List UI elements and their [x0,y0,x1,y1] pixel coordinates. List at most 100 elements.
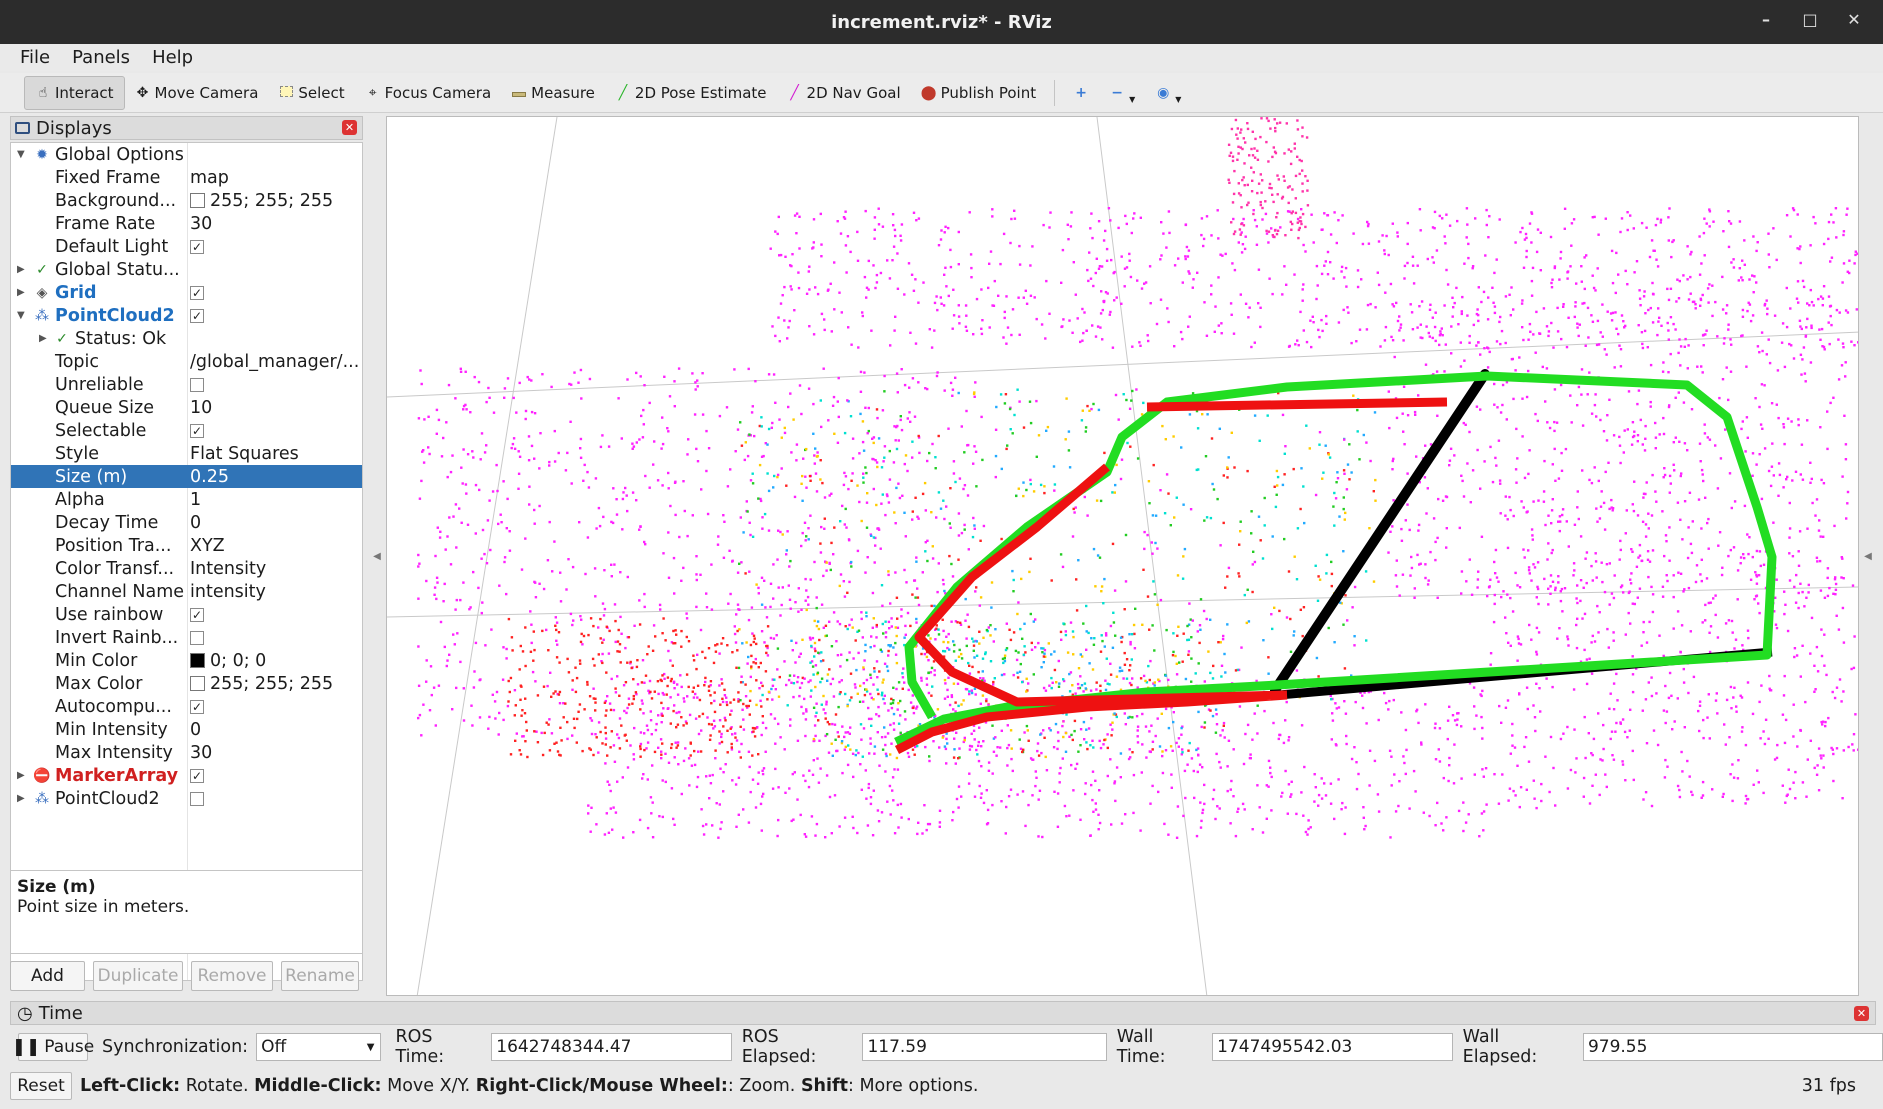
duplicate-button[interactable]: Duplicate [93,961,183,991]
expand-arrow-icon[interactable]: ▶ [17,764,25,787]
selectable-checkbox[interactable]: ✓ [190,423,204,438]
menu-panels[interactable]: Panels [72,47,130,68]
min-color-value[interactable]: 0; 0; 0 [210,651,266,671]
focus-camera-tool[interactable]: ⌖ Focus Camera [355,76,501,110]
tree-row-max-color[interactable]: Max Color 255; 255; 255 [11,672,362,695]
tree-row-queue-size[interactable]: Queue Size 10 [11,396,362,419]
frame-rate-value[interactable]: 30 [190,212,362,235]
tree-row-fixed-frame[interactable]: Fixed Frame map [11,166,362,189]
select-tool[interactable]: Select [268,76,354,110]
expand-arrow-icon[interactable]: ▼ [17,304,25,327]
tree-row-global-options[interactable]: ▼ ✹ Global Options [11,143,362,166]
nav-goal-tool[interactable]: ╱ 2D Nav Goal [777,76,911,110]
expand-arrow-icon[interactable]: ▶ [39,327,47,350]
add-tool-button[interactable]: + [1063,76,1099,110]
tree-row-max-intensity[interactable]: Max Intensity 30 [11,741,362,764]
pause-button[interactable]: ❚❚ Pause [12,1033,94,1061]
tree-row-grid[interactable]: ▶ ◈ Grid ✓ [11,281,362,304]
reset-button[interactable]: Reset [10,1072,72,1100]
expand-arrow-icon[interactable]: ▼ [17,143,25,166]
menu-help[interactable]: Help [152,47,193,68]
pose-estimate-tool[interactable]: ╱ 2D Pose Estimate [605,76,777,110]
default-light-checkbox[interactable]: ✓ [190,239,204,254]
tree-row-frame-rate[interactable]: Frame Rate 30 [11,212,362,235]
tree-row-topic[interactable]: Topic /global_manager/... [11,350,362,373]
wall-time-field[interactable]: 1747495542.03 [1212,1033,1453,1061]
tree-row-global-status[interactable]: ▶ ✓ Global Statu... [11,258,362,281]
alpha-value[interactable]: 1 [190,488,362,511]
tree-row-style[interactable]: Style Flat Squares [11,442,362,465]
ruler-icon [511,85,527,101]
use-rainbow-checkbox[interactable]: ✓ [190,607,204,622]
tree-row-selectable[interactable]: Selectable ✓ [11,419,362,442]
tree-row-size[interactable]: Size (m) 0.25 [11,465,362,488]
max-color-value[interactable]: 255; 255; 255 [210,674,333,694]
tree-row-decay-time[interactable]: Decay Time 0 [11,511,362,534]
ros-time-field[interactable]: 1642748344.47 [491,1033,732,1061]
expand-arrow-icon[interactable]: ▶ [17,258,25,281]
tree-row-min-intensity[interactable]: Min Intensity 0 [11,718,362,741]
render-3d-view[interactable] [386,116,1859,996]
tree-row-pointcloud2-second[interactable]: ▶ ⁂ PointCloud2 [11,787,362,810]
color-swatch-white[interactable] [190,193,205,208]
topic-value[interactable]: /global_manager/... [190,350,362,373]
tree-row-invert-rainbow[interactable]: Invert Rainb... [11,626,362,649]
background-value[interactable]: 255; 255; 255 [210,191,333,211]
add-button[interactable]: Add [10,961,85,991]
grid-checkbox[interactable]: ✓ [190,285,204,300]
tree-row-status-ok[interactable]: ▶ ✓ Status: Ok [11,327,362,350]
interact-tool[interactable]: ☝ Interact [24,75,125,110]
pointcloud2-checkbox[interactable]: ✓ [190,308,204,323]
right-splitter-handle[interactable]: ◀ [1859,116,1877,996]
tree-row-color-transformer[interactable]: Color Transf... Intensity [11,557,362,580]
expand-arrow-icon[interactable]: ▶ [17,281,25,304]
tree-row-min-color[interactable]: Min Color 0; 0; 0 [11,649,362,672]
tree-row-channel-name[interactable]: Channel Name intensity [11,580,362,603]
visibility-tool-button[interactable]: ◉ ▼ [1145,76,1191,110]
tree-row-use-rainbow[interactable]: Use rainbow ✓ [11,603,362,626]
move-camera-tool[interactable]: ✥ Move Camera [125,76,269,110]
ros-elapsed-field[interactable]: 117.59 [862,1033,1107,1061]
publish-point-tool[interactable]: ⬤ Publish Point [911,76,1046,110]
sync-dropdown[interactable]: Off ▼ [256,1033,382,1061]
tree-row-marker-array[interactable]: ▶ ⛔ MarkerArray ✓ [11,764,362,787]
invert-rainbow-checkbox[interactable] [190,630,204,645]
pointcloud2-second-checkbox[interactable] [190,791,204,806]
color-swatch-white[interactable] [190,676,205,691]
color-swatch-black[interactable] [190,653,205,668]
close-panel-icon[interactable]: ✕ [342,120,357,135]
queue-size-value[interactable]: 10 [190,396,362,419]
tree-row-position-transformer[interactable]: Position Tra... XYZ [11,534,362,557]
tree-row-autocompute[interactable]: Autocompu... ✓ [11,695,362,718]
remove-button[interactable]: Remove [191,961,273,991]
wall-elapsed-field[interactable]: 979.55 [1582,1033,1883,1061]
tree-row-background[interactable]: Background... 255; 255; 255 [11,189,362,212]
position-transformer-value[interactable]: XYZ [190,534,362,557]
fixed-frame-value[interactable]: map [190,166,362,189]
rename-button[interactable]: Rename [281,961,359,991]
decay-time-value[interactable]: 0 [190,511,362,534]
style-value[interactable]: Flat Squares [190,442,362,465]
tree-row-pointcloud2[interactable]: ▼ ⁂ PointCloud2 ✓ [11,304,362,327]
unreliable-checkbox[interactable] [190,377,204,392]
color-transformer-value[interactable]: Intensity [190,557,362,580]
tree-row-alpha[interactable]: Alpha 1 [11,488,362,511]
tree-row-default-light[interactable]: Default Light ✓ [11,235,362,258]
max-intensity-value[interactable]: 30 [190,741,362,764]
menu-file[interactable]: File [20,47,50,68]
point-cloud-scene[interactable] [387,117,1859,996]
close-window-button[interactable]: ✕ [1843,10,1865,29]
tree-row-unreliable[interactable]: Unreliable [11,373,362,396]
expand-arrow-icon[interactable]: ▶ [17,787,25,810]
measure-tool[interactable]: Measure [501,76,605,110]
close-time-panel-icon[interactable]: ✕ [1854,1006,1869,1021]
channel-name-value[interactable]: intensity [190,580,362,603]
marker-array-checkbox[interactable]: ✓ [190,768,204,783]
min-intensity-value[interactable]: 0 [190,718,362,741]
autocompute-checkbox[interactable]: ✓ [190,699,204,714]
maximize-button[interactable]: □ [1799,10,1821,29]
left-splitter-handle[interactable]: ◀ [368,116,386,996]
size-value[interactable]: 0.25 [190,465,362,488]
remove-tool-button[interactable]: − ▼ [1099,76,1145,110]
minimize-button[interactable]: – [1755,10,1777,29]
